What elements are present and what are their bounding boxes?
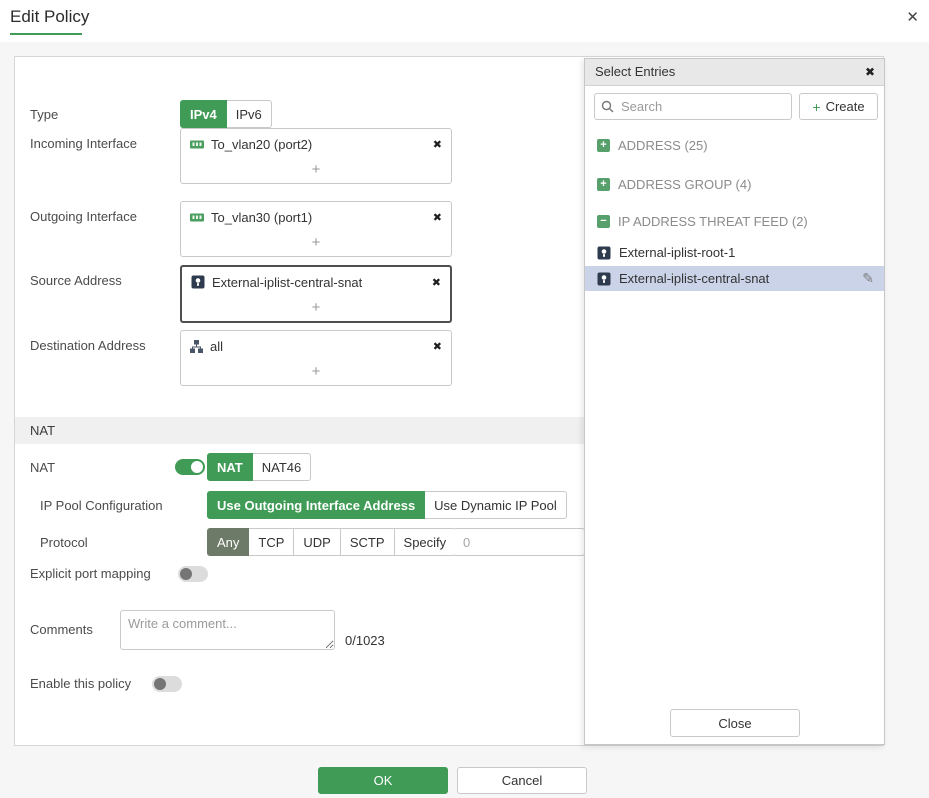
add-destination-address-button[interactable]: + bbox=[181, 361, 451, 385]
outgoing-interface-entry[interactable]: To_vlan30 (port1) ✖ bbox=[181, 202, 451, 232]
nat-toggle[interactable] bbox=[175, 459, 205, 475]
protocol-any-button[interactable]: Any bbox=[207, 528, 249, 556]
source-address-label: Source Address bbox=[30, 273, 122, 288]
panel-close-button[interactable]: Close bbox=[670, 709, 800, 737]
protocol-sctp-button[interactable]: SCTP bbox=[341, 528, 395, 556]
incoming-interface-entry[interactable]: To_vlan20 (port2) ✖ bbox=[181, 129, 451, 159]
protocol-port-input[interactable] bbox=[455, 528, 585, 556]
remove-entry-icon[interactable]: ✖ bbox=[433, 211, 442, 224]
address-all-icon bbox=[190, 340, 203, 353]
search-input[interactable] bbox=[594, 93, 792, 120]
list-item-external-iplist-root-1[interactable]: External-iplist-root-1 bbox=[585, 240, 884, 265]
destination-address-entry[interactable]: all ✖ bbox=[181, 331, 451, 361]
threat-feed-icon bbox=[597, 272, 611, 286]
collapse-icon[interactable]: − bbox=[597, 215, 610, 228]
add-outgoing-interface-button[interactable]: + bbox=[181, 232, 451, 256]
remove-entry-icon[interactable]: ✖ bbox=[432, 276, 441, 289]
incoming-interface-label: Incoming Interface bbox=[30, 136, 137, 151]
remove-entry-icon[interactable]: ✖ bbox=[433, 138, 442, 151]
incoming-interface-value: To_vlan20 (port2) bbox=[211, 137, 312, 152]
destination-address-box: all ✖ + bbox=[180, 330, 452, 386]
expand-icon[interactable]: + bbox=[597, 139, 610, 152]
add-incoming-interface-button[interactable]: + bbox=[181, 159, 451, 183]
page-title: Edit Policy bbox=[10, 7, 89, 27]
interface-icon bbox=[190, 139, 204, 150]
threat-feed-icon bbox=[597, 246, 611, 260]
nat-label: NAT bbox=[30, 460, 55, 475]
ok-button[interactable]: OK bbox=[318, 767, 448, 794]
nat-nat-button[interactable]: NAT bbox=[207, 453, 253, 481]
ip-pool-label: IP Pool Configuration bbox=[40, 498, 163, 513]
create-button[interactable]: + Create bbox=[799, 93, 878, 120]
nat-segmented-control: NAT NAT46 bbox=[207, 453, 311, 481]
select-entries-header: Select Entries ✖ bbox=[585, 59, 884, 86]
type-ipv4-button[interactable]: IPv4 bbox=[180, 100, 227, 128]
add-source-address-button[interactable]: + bbox=[182, 297, 450, 321]
source-address-entry[interactable]: External-iplist-central-snat ✖ bbox=[182, 267, 450, 297]
expand-icon[interactable]: + bbox=[597, 178, 610, 191]
protocol-tcp-button[interactable]: TCP bbox=[249, 528, 294, 556]
destination-address-label: Destination Address bbox=[30, 338, 146, 353]
protocol-udp-button[interactable]: UDP bbox=[294, 528, 340, 556]
ip-pool-outgoing-button[interactable]: Use Outgoing Interface Address bbox=[207, 491, 425, 519]
title-underline bbox=[10, 33, 82, 35]
dialog-header: Edit Policy ✕ bbox=[0, 0, 929, 42]
type-ipv6-button[interactable]: IPv6 bbox=[227, 100, 272, 128]
create-button-label: Create bbox=[826, 99, 865, 114]
group-address[interactable]: + ADDRESS (25) bbox=[585, 134, 884, 156]
group-label: ADDRESS GROUP (4) bbox=[618, 177, 751, 192]
enable-policy-label: Enable this policy bbox=[30, 676, 131, 691]
threat-feed-icon bbox=[191, 275, 205, 289]
type-segmented-control: IPv4 IPv6 bbox=[180, 100, 272, 128]
ip-pool-dynamic-button[interactable]: Use Dynamic IP Pool bbox=[425, 491, 567, 519]
nat-section-header: NAT bbox=[15, 417, 585, 444]
list-item-label: External-iplist-central-snat bbox=[619, 271, 769, 286]
select-entries-title: Select Entries bbox=[595, 64, 675, 79]
edit-policy-dialog: Edit Policy ✕ Type IPv4 IPv6 Incoming In… bbox=[0, 0, 929, 798]
select-entries-panel: Select Entries ✖ + Create + ADDRESS (25)… bbox=[584, 58, 885, 745]
interface-icon bbox=[190, 212, 204, 223]
group-label: IP ADDRESS THREAT FEED (2) bbox=[618, 214, 808, 229]
source-address-box: External-iplist-central-snat ✖ + bbox=[180, 265, 452, 323]
edit-pencil-icon[interactable]: ✎ bbox=[862, 270, 874, 287]
outgoing-interface-value: To_vlan30 (port1) bbox=[211, 210, 312, 225]
group-threat-feed[interactable]: − IP ADDRESS THREAT FEED (2) bbox=[585, 210, 884, 232]
nat-nat46-button[interactable]: NAT46 bbox=[253, 453, 312, 481]
outgoing-interface-box: To_vlan30 (port1) ✖ + bbox=[180, 201, 452, 257]
cancel-button[interactable]: Cancel bbox=[457, 767, 587, 794]
explicit-port-mapping-label: Explicit port mapping bbox=[30, 566, 151, 581]
ip-pool-segmented-control: Use Outgoing Interface Address Use Dynam… bbox=[207, 491, 567, 519]
source-address-value: External-iplist-central-snat bbox=[212, 275, 362, 290]
list-item-external-iplist-central-snat[interactable]: External-iplist-central-snat ✎ bbox=[585, 266, 884, 291]
protocol-label: Protocol bbox=[40, 535, 88, 550]
protocol-segmented-control: Any TCP UDP SCTP Specify bbox=[207, 528, 456, 556]
comments-textarea[interactable] bbox=[120, 610, 335, 650]
comments-label: Comments bbox=[30, 622, 93, 637]
incoming-interface-box: To_vlan20 (port2) ✖ + bbox=[180, 128, 452, 184]
search-icon bbox=[601, 100, 614, 113]
panel-close-icon[interactable]: ✖ bbox=[865, 59, 875, 85]
type-label: Type bbox=[30, 107, 58, 122]
group-address-group[interactable]: + ADDRESS GROUP (4) bbox=[585, 173, 884, 195]
plus-icon: + bbox=[812, 99, 820, 115]
outgoing-interface-label: Outgoing Interface bbox=[30, 209, 137, 224]
dialog-close-icon[interactable]: ✕ bbox=[906, 8, 919, 26]
explicit-port-mapping-toggle[interactable] bbox=[178, 566, 208, 582]
list-item-label: External-iplist-root-1 bbox=[619, 245, 735, 260]
protocol-specify-button[interactable]: Specify bbox=[395, 528, 457, 556]
remove-entry-icon[interactable]: ✖ bbox=[433, 340, 442, 353]
group-label: ADDRESS (25) bbox=[618, 138, 708, 153]
comments-char-counter: 0/1023 bbox=[345, 633, 385, 648]
destination-address-value: all bbox=[210, 339, 223, 354]
enable-policy-toggle[interactable] bbox=[152, 676, 182, 692]
